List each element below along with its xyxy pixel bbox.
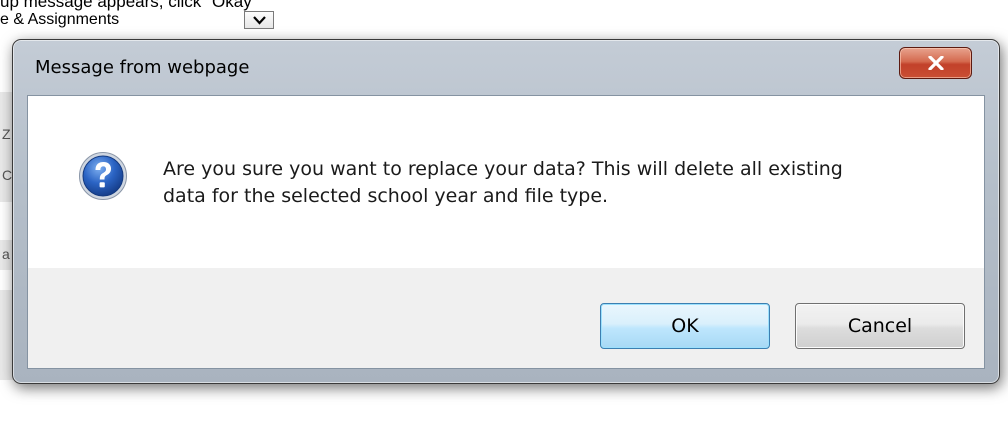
close-icon [928,56,944,70]
dialog-content: Are you sure you want to replace your da… [27,95,985,369]
background-strip-text: C [2,167,13,183]
close-button[interactable] [899,47,972,79]
background-select-value: e & Assignments [0,11,120,28]
question-icon [79,152,127,200]
background-strip-text: Z [2,126,11,142]
cancel-button[interactable]: Cancel [795,303,965,349]
dialog-message: Are you sure you want to replace your da… [163,156,963,210]
background-select[interactable]: e & Assignments [0,10,290,30]
chevron-down-icon[interactable] [244,11,274,29]
dialog-title: Message from webpage [35,57,250,78]
dialog-message-line: Are you sure you want to replace your da… [163,158,843,180]
ok-button[interactable]: OK [600,303,770,349]
dialog-message-line: data for the selected school year and fi… [163,185,609,207]
message-dialog: Message from webpage Are you sure you wa… [12,39,1000,384]
background-strip-text: a [2,246,10,262]
dialog-button-area: OK Cancel [28,268,984,368]
